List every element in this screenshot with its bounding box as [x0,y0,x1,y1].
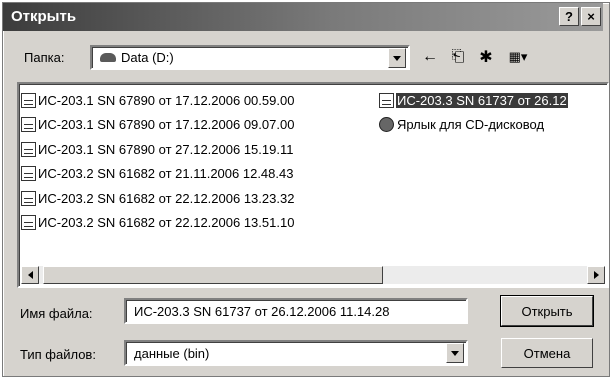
views-menu-icon[interactable]: ▦▾ [502,47,534,67]
help-button[interactable]: ? [559,7,579,26]
filetype-select[interactable]: данные (bin) [124,340,468,366]
folder-dropdown-button[interactable] [388,48,406,68]
chevron-down-icon [393,55,401,61]
list-item[interactable]: ИС-203.2 SN 61682 от 21.11.2006 12.48.43 [21,162,294,187]
data-file-icon [21,215,36,231]
file-name: Ярлык для CD-дисковод [397,117,545,133]
data-file-icon [21,92,36,108]
data-file-icon [21,117,36,133]
file-name: ИС-203.2 SN 61682 от 21.11.2006 12.48.43 [38,166,294,182]
folder-label: Папка: [24,50,65,65]
data-file-icon [379,92,394,108]
filename-input[interactable]: ИС-203.3 SN 61737 от 26.12.2006 11.14.28 [124,298,468,324]
back-icon[interactable]: ← [418,47,442,67]
data-file-icon [21,190,36,206]
scroll-left-button[interactable] [21,266,39,284]
file-name: ИС-203.3 SN 61737 от 26.12 [396,92,568,108]
horizontal-scrollbar[interactable] [21,266,605,284]
filename-label: Имя файла: [20,306,93,321]
cancel-button[interactable]: Отмена [501,338,593,368]
cd-drive-shortcut-icon [379,117,394,133]
hard-drive-icon [100,53,116,62]
list-item[interactable]: Ярлык для CD-дисковод [379,113,568,138]
file-name: ИС-203.1 SN 67890 от 27.12.2006 15.19.11 [38,141,294,157]
file-name: ИС-203.1 SN 67890 от 17.12.2006 00.59.00 [38,92,295,108]
list-item[interactable]: ИС-203.1 SN 67890 от 17.12.2006 00.59.00 [21,88,294,113]
data-file-icon [21,166,36,182]
file-list-right-column: ИС-203.3 SN 61737 от 26.12 Ярлык для CD-… [379,88,568,137]
arrow-left-icon [27,271,33,279]
scrollbar-thumb[interactable] [43,266,383,284]
dialog-title: Открыть [11,8,77,25]
file-list-left-column: ИС-203.1 SN 67890 от 17.12.2006 00.59.00… [21,88,294,235]
folder-value: Data (D:) [121,50,174,65]
scroll-right-button[interactable] [587,266,605,284]
chevron-down-icon [451,350,459,356]
filetype-label: Тип файлов: [20,347,96,362]
list-item[interactable]: ИС-203.2 SN 61682 от 22.12.2006 13.51.10 [21,211,294,236]
open-button[interactable]: Открыть [500,295,594,327]
file-name: ИС-203.1 SN 67890 от 17.12.2006 09.07.00 [38,117,295,133]
list-item-selected[interactable]: ИС-203.3 SN 61737 от 26.12 [379,88,568,113]
title-bar[interactable]: Открыть ? × [3,3,603,31]
up-folder-icon[interactable]: ⎗ [446,47,470,67]
file-list[interactable]: ИС-203.1 SN 67890 от 17.12.2006 00.59.00… [17,82,609,288]
list-item[interactable]: ИС-203.1 SN 67890 от 17.12.2006 09.07.00 [21,113,294,138]
file-name: ИС-203.2 SN 61682 от 22.12.2006 13.23.32 [38,190,295,206]
file-name: ИС-203.2 SN 61682 от 22.12.2006 13.51.10 [38,215,295,231]
new-folder-icon[interactable]: ✱ [474,47,498,67]
filetype-value: данные (bin) [134,346,210,361]
filetype-dropdown-button[interactable] [446,343,464,363]
data-file-icon [21,141,36,157]
arrow-right-icon [593,271,599,279]
close-button[interactable]: × [581,7,601,26]
folder-combobox[interactable]: Data (D:) [90,45,410,70]
list-item[interactable]: ИС-203.1 SN 67890 от 27.12.2006 15.19.11 [21,137,294,162]
filename-value: ИС-203.3 SN 61737 от 26.12.2006 11.14.28 [134,304,390,319]
list-item[interactable]: ИС-203.2 SN 61682 от 22.12.2006 13.23.32 [21,186,294,211]
